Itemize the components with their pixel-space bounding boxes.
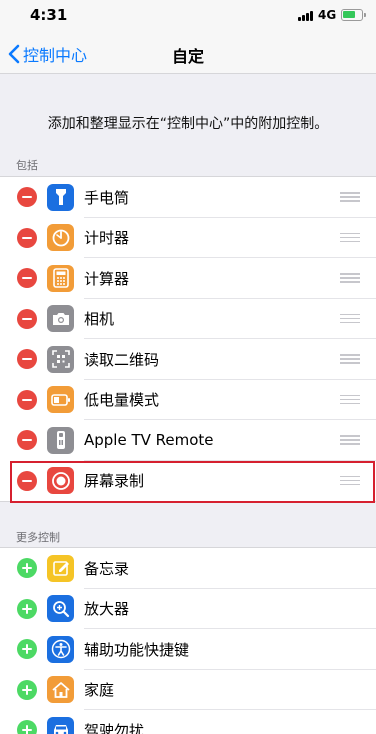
add-button[interactable] bbox=[17, 598, 37, 619]
remove-button[interactable] bbox=[17, 187, 37, 208]
included-controls-list: 手电筒计时器计算器相机读取二维码低电量模式 Apple TV Remote 屏幕录制 bbox=[0, 176, 376, 502]
status-bar: 4:31 4G bbox=[0, 0, 376, 34]
reorder-handle-icon[interactable] bbox=[340, 273, 360, 283]
control-label: 驾驶勿扰 bbox=[84, 721, 145, 734]
control-row: 辅助功能快捷键 bbox=[0, 629, 376, 670]
magnifier-icon bbox=[47, 595, 74, 623]
flashlight-icon bbox=[47, 183, 74, 211]
car-icon bbox=[47, 716, 74, 734]
add-button[interactable] bbox=[17, 639, 37, 660]
section-header-more: 更多控制 bbox=[16, 531, 60, 544]
control-row: 计时器 bbox=[0, 218, 376, 258]
page-title: 自定 bbox=[171, 47, 204, 66]
control-row: 屏幕录制 bbox=[0, 461, 376, 502]
screen-record-icon bbox=[47, 467, 74, 495]
control-row: 手电筒 bbox=[0, 177, 376, 218]
control-row: 驾驶勿扰 bbox=[0, 710, 376, 734]
network-type: 4G bbox=[318, 8, 337, 22]
control-label: 读取二维码 bbox=[84, 350, 160, 369]
control-row: 计算器 bbox=[0, 258, 376, 299]
add-button[interactable] bbox=[17, 558, 37, 579]
control-label: 计算器 bbox=[84, 269, 130, 288]
navigation-bar: 控制中心 自定 bbox=[0, 34, 376, 74]
reorder-handle-icon[interactable] bbox=[340, 232, 360, 243]
more-controls-list: 备忘录放大器辅助功能快捷键 家庭驾驶勿扰 bbox=[0, 547, 376, 734]
control-label: 家庭 bbox=[84, 681, 115, 700]
control-label: 相机 bbox=[84, 310, 115, 329]
status-time: 4:31 bbox=[30, 6, 68, 24]
reorder-handle-icon[interactable] bbox=[340, 475, 360, 486]
notes-icon bbox=[47, 554, 74, 582]
control-label: 辅助功能快捷键 bbox=[84, 640, 190, 659]
remove-button[interactable] bbox=[17, 470, 37, 491]
control-row: 相机 bbox=[0, 299, 376, 339]
timer-icon bbox=[47, 224, 74, 252]
section-header-included: 包括 bbox=[16, 159, 38, 172]
calculator-icon bbox=[47, 264, 74, 292]
remove-button[interactable] bbox=[17, 227, 37, 248]
description-text: 添加和整理显示在“控制中心”中的附加控制。 bbox=[47, 116, 329, 132]
remove-button[interactable] bbox=[17, 430, 37, 451]
accessibility-icon bbox=[47, 635, 74, 663]
camera-icon bbox=[47, 305, 74, 333]
control-row: Apple TV Remote bbox=[0, 420, 376, 461]
reorder-handle-icon[interactable] bbox=[340, 354, 360, 364]
qr-code-icon bbox=[47, 345, 74, 373]
control-label: 屏幕录制 bbox=[84, 472, 145, 491]
remove-button[interactable] bbox=[17, 389, 37, 410]
control-label: 放大器 bbox=[84, 600, 130, 619]
remove-button[interactable] bbox=[17, 349, 37, 370]
add-button[interactable] bbox=[17, 720, 37, 734]
remove-button[interactable] bbox=[17, 308, 37, 329]
reorder-handle-icon[interactable] bbox=[340, 313, 360, 324]
control-row: 放大器 bbox=[0, 589, 376, 629]
control-row: 备忘录 bbox=[0, 548, 376, 589]
add-button[interactable] bbox=[17, 679, 37, 700]
control-label: Apple TV Remote bbox=[84, 431, 214, 450]
control-row: 低电量模式 bbox=[0, 380, 376, 420]
control-row: 家庭 bbox=[0, 670, 376, 710]
reorder-handle-icon[interactable] bbox=[340, 192, 360, 202]
tv-remote-icon bbox=[47, 426, 74, 454]
home-icon bbox=[47, 676, 74, 704]
control-label: 计时器 bbox=[84, 229, 130, 248]
control-row: 读取二维码 bbox=[0, 339, 376, 380]
battery-icon bbox=[341, 9, 366, 21]
reorder-handle-icon[interactable] bbox=[340, 435, 360, 445]
reorder-handle-icon[interactable] bbox=[340, 394, 360, 405]
signal-icon bbox=[298, 11, 315, 21]
remove-button[interactable] bbox=[17, 268, 37, 289]
low-power-icon bbox=[47, 386, 74, 414]
control-label: 手电筒 bbox=[84, 188, 130, 207]
control-label: 低电量模式 bbox=[84, 391, 160, 410]
control-label: 备忘录 bbox=[84, 559, 130, 578]
